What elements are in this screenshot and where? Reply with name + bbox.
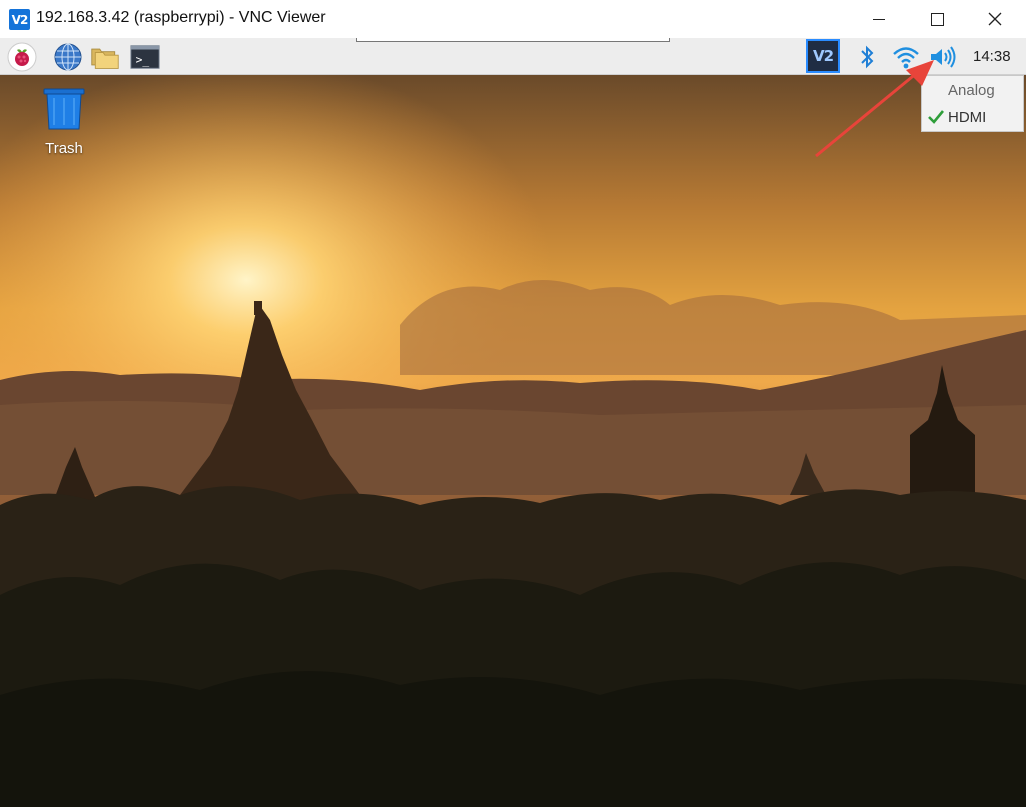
minimize-icon (873, 18, 885, 20)
annotation-arrow-icon (815, 60, 934, 158)
folders-icon[interactable] (90, 42, 120, 72)
maximize-button[interactable] (908, 0, 966, 38)
trash-desktop-item[interactable]: Trash (34, 87, 94, 157)
window-title: 192.168.3.42 (raspberrypi) - VNC Viewer (36, 9, 326, 26)
trash-label: Trash (45, 140, 83, 157)
terminal-icon[interactable]: >_ (130, 42, 160, 72)
raspberry-icon[interactable] (7, 42, 37, 72)
menu-item-label: HDMI (948, 109, 987, 126)
minimize-button[interactable] (850, 0, 908, 38)
close-icon (988, 12, 1002, 26)
vnc-toolbar-handle[interactable] (356, 38, 670, 42)
menu-item-label: Analog (948, 82, 995, 99)
maximize-icon (930, 12, 944, 26)
wallpaper-image (0, 75, 1026, 807)
desktop[interactable]: Trash (0, 75, 1026, 807)
clock[interactable]: 14:38 (973, 48, 1011, 65)
vnc-app-icon: V2 (9, 9, 30, 30)
globe-icon[interactable] (53, 42, 83, 72)
svg-text:>_: >_ (136, 54, 150, 67)
title-bar: V2 192.168.3.42 (raspberrypi) - VNC View… (0, 0, 1026, 39)
close-button[interactable] (966, 0, 1024, 38)
trash-icon (43, 88, 85, 130)
